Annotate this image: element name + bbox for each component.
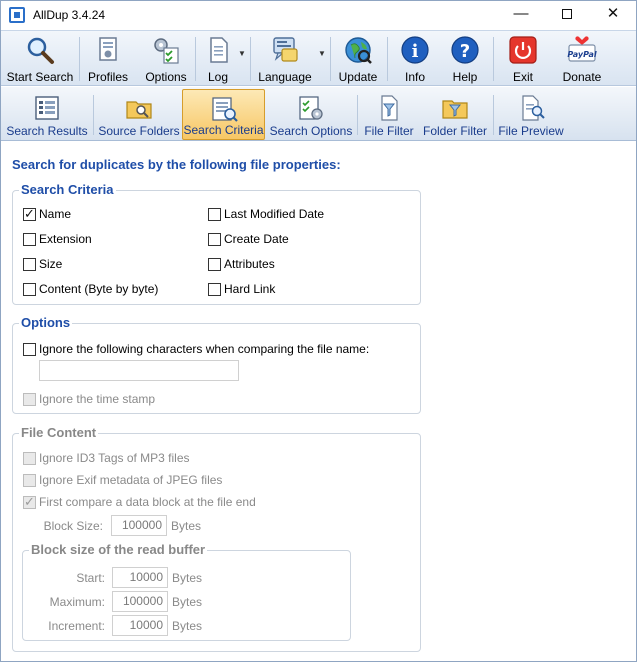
toolbar-separator: [387, 37, 388, 81]
checkbox-box[interactable]: [23, 474, 36, 487]
paypal-icon: PayPal: [567, 36, 597, 62]
language-dropdown-arrow-icon[interactable]: ▼: [318, 49, 326, 58]
file-filter-icon: [381, 95, 398, 121]
log-dropdown-arrow-icon[interactable]: ▼: [238, 49, 246, 58]
toolbar-separator: [250, 37, 251, 81]
search-criteria-title: Search Criteria: [19, 182, 116, 198]
gear-checklist-icon: [154, 38, 179, 64]
power-icon: [509, 36, 537, 64]
svg-text:i: i: [412, 41, 419, 62]
start-unit: Bytes: [172, 571, 203, 585]
maximize-button[interactable]: [544, 1, 590, 29]
minimize-button[interactable]: —: [498, 1, 544, 29]
tab-separator: [357, 95, 358, 135]
maximum-unit: Bytes: [172, 595, 203, 609]
maximize-icon: [562, 9, 572, 19]
checkbox-box[interactable]: [208, 208, 221, 221]
start-input[interactable]: 10000: [112, 567, 168, 588]
profiles-icon: [99, 37, 117, 61]
checkbox-box[interactable]: [208, 233, 221, 246]
checkbox-box[interactable]: [23, 233, 36, 246]
svg-text:?: ?: [460, 41, 470, 62]
search-criteria-group: Search Criteria Name Extension Size Cont…: [12, 182, 421, 305]
tab-file-filter[interactable]: File Filter: [361, 89, 417, 140]
tab-separator: [93, 95, 94, 135]
checkbox-box[interactable]: [23, 283, 36, 296]
options-button[interactable]: Options: [139, 35, 193, 85]
checkbox-box[interactable]: [23, 393, 36, 406]
profiles-button[interactable]: Profiles: [84, 35, 132, 85]
app-logo-icon: [9, 7, 25, 23]
svg-text:PayPal: PayPal: [567, 50, 596, 59]
read-buffer-group: Block size of the read buffer Start: 100…: [22, 542, 351, 641]
search-results-icon: [35, 96, 59, 120]
tab-separator: [493, 95, 494, 135]
log-button[interactable]: Log: [201, 35, 235, 85]
language-icon: [273, 37, 298, 62]
tab-search-criteria[interactable]: Search Criteria: [182, 89, 265, 140]
exit-button[interactable]: Exit: [500, 35, 546, 85]
globe-icon: [345, 37, 372, 64]
checkbox-box[interactable]: [23, 206, 36, 222]
options-group: Options Ignore the following characters …: [12, 315, 421, 414]
folder-search-icon: [126, 101, 152, 119]
checkbox-box[interactable]: [23, 452, 36, 465]
start-search-button[interactable]: Start Search: [5, 35, 75, 85]
block-size-unit: Bytes: [171, 519, 202, 533]
checkbox-box[interactable]: [23, 494, 36, 510]
info-icon: i: [401, 36, 429, 64]
page-heading: Search for duplicates by the following f…: [12, 157, 341, 172]
toolbar-separator: [195, 37, 196, 81]
ignore-characters-input[interactable]: [39, 360, 239, 381]
search-options-icon: [299, 96, 323, 120]
read-buffer-title: Block size of the read buffer: [29, 542, 208, 558]
maximum-label: Maximum:: [49, 595, 105, 609]
file-content-title: File Content: [19, 425, 99, 441]
checkbox-box[interactable]: [23, 258, 36, 271]
checkbox-box[interactable]: [23, 343, 36, 356]
increment-label: Increment:: [48, 619, 105, 633]
options-title: Options: [19, 315, 73, 331]
increment-unit: Bytes: [172, 619, 203, 633]
checkbox-box[interactable]: [208, 283, 221, 296]
toolbar-separator: [493, 37, 494, 81]
file-content-group: File Content Ignore ID3 Tags of MP3 file…: [12, 425, 421, 652]
magnifier-icon: [27, 37, 54, 64]
block-size-label: Block Size:: [43, 519, 103, 533]
section-tabbar: Search Results Source Folders Search Cri…: [1, 87, 636, 141]
close-button[interactable]: ✕: [590, 1, 636, 29]
document-icon: [210, 37, 228, 63]
toolbar-separator: [330, 37, 331, 81]
checkbox-box[interactable]: [208, 258, 221, 271]
help-button[interactable]: ? Help: [443, 35, 487, 85]
tab-file-preview[interactable]: File Preview: [497, 89, 565, 140]
file-preview-icon: [522, 95, 545, 121]
folder-filter-icon: [442, 100, 468, 119]
tab-source-folders[interactable]: Source Folders: [97, 89, 181, 140]
donate-button[interactable]: PayPal Donate: [554, 35, 610, 85]
app-window: AllDup 3.4.24 — ✕ Start Search Profiles: [0, 0, 637, 662]
maximum-input[interactable]: 100000: [112, 591, 168, 612]
criteria-list-icon: [211, 97, 238, 122]
window-title: AllDup 3.4.24: [33, 8, 106, 22]
info-button[interactable]: i Info: [393, 35, 437, 85]
start-label: Start:: [76, 571, 105, 585]
block-size-input[interactable]: 100000: [111, 515, 167, 536]
main-toolbar: Start Search Profiles Options Log ▼ Lang…: [1, 30, 636, 86]
tab-folder-filter[interactable]: Folder Filter: [421, 89, 489, 140]
tab-search-options[interactable]: Search Options: [268, 89, 354, 140]
increment-input[interactable]: 10000: [112, 615, 168, 636]
update-button[interactable]: Update: [334, 35, 382, 85]
language-button[interactable]: Language: [254, 35, 316, 85]
help-icon: ?: [451, 36, 479, 64]
toolbar-separator: [79, 37, 80, 81]
tab-search-results[interactable]: Search Results: [5, 89, 89, 140]
title-bar: AllDup 3.4.24 — ✕: [1, 1, 636, 29]
